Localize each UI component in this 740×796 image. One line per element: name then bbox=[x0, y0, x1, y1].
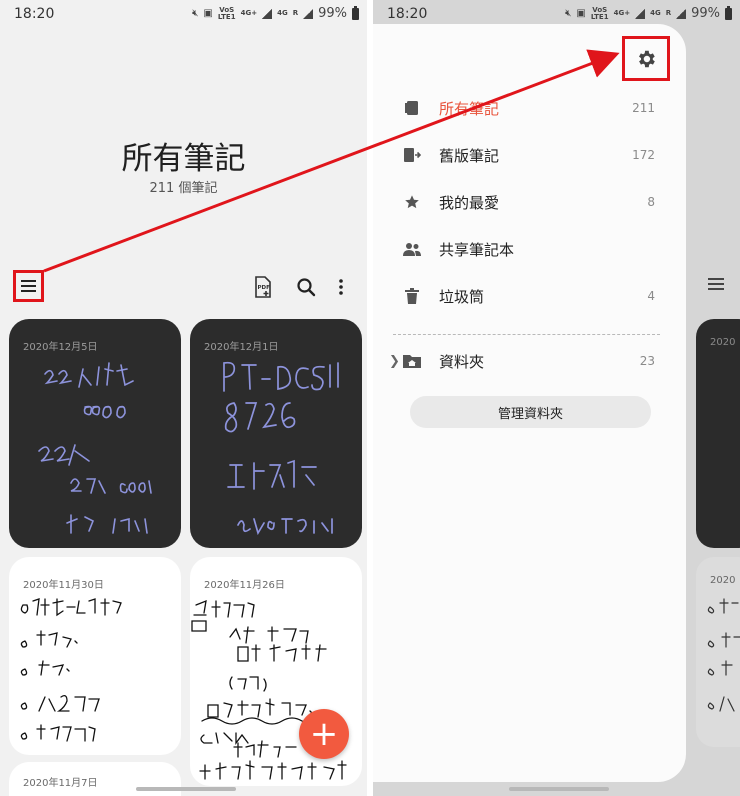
drawer-item-label: 所有筆記 bbox=[439, 99, 500, 118]
signal-icon bbox=[262, 8, 273, 19]
drawer-item-label: 資料夾 bbox=[439, 352, 485, 371]
folder-home-icon bbox=[403, 352, 421, 370]
notes-count: 211 個筆記 bbox=[149, 181, 218, 196]
handwriting-thumbnail bbox=[707, 598, 740, 712]
net-4g: 4G bbox=[277, 9, 288, 17]
note-card-peek: 2020 bbox=[696, 319, 740, 548]
drawer-item-count: 23 bbox=[639, 354, 655, 368]
battery-icon bbox=[352, 5, 359, 20]
status-icons: 🔇︎ ▣ VoS LTE1 4G+ 4G R 99% bbox=[565, 5, 732, 21]
battery-percent: 99% bbox=[318, 6, 347, 21]
hamburger-icon bbox=[708, 278, 724, 290]
drawer-item-favorites[interactable]: 我的最愛 8 bbox=[403, 187, 657, 217]
roaming-indicator: R bbox=[665, 9, 672, 17]
expand-chevron-icon[interactable]: ❯ bbox=[389, 354, 400, 369]
drawer-item-label: 共享筆記本 bbox=[439, 240, 515, 259]
more-options-button[interactable] bbox=[330, 276, 352, 298]
drawer-item-shared-notebooks[interactable]: 共享筆記本 bbox=[403, 234, 657, 264]
manage-folders-button[interactable]: 管理資料夾 bbox=[410, 396, 651, 428]
drawer-item-label: 垃圾筒 bbox=[439, 287, 485, 306]
drawer-item-count: 4 bbox=[647, 289, 655, 303]
drawer-screen: 18:20 🔇︎ ▣ VoS LTE1 4G+ 4G R 99% 2020 202… bbox=[373, 0, 740, 796]
more-vertical-icon bbox=[339, 279, 343, 295]
star-icon bbox=[403, 193, 421, 211]
plus-icon: + bbox=[309, 714, 339, 754]
status-icons: 🔇︎ ▣ VoS LTE1 4G+ 4G R 99% bbox=[192, 5, 359, 21]
page-title: 所有筆記 bbox=[121, 141, 246, 177]
pdf-import-button[interactable]: PDF bbox=[252, 276, 274, 298]
svg-text:PDF: PDF bbox=[258, 285, 271, 291]
add-note-button[interactable]: + bbox=[299, 709, 349, 759]
navigation-drawer: 所有筆記 211 舊版筆記 172 我的最愛 8 共享筆記本 垃圾筒 4 ❯ 資… bbox=[373, 24, 686, 782]
volte-icon: VoS LTE1 bbox=[590, 5, 609, 21]
net-4g-plus: 4G+ bbox=[240, 9, 258, 17]
note-date: 2020 bbox=[710, 337, 736, 348]
mute-icon: 🔇︎ bbox=[565, 8, 572, 19]
drawer-item-label: 我的最愛 bbox=[439, 193, 500, 212]
signal-icon-2 bbox=[303, 8, 314, 19]
mute-icon: 🔇︎ bbox=[192, 8, 199, 19]
menu-button[interactable] bbox=[13, 270, 44, 302]
hamburger-icon bbox=[21, 280, 36, 292]
gesture-bar bbox=[136, 787, 236, 791]
roaming-indicator: R bbox=[292, 9, 299, 17]
net-4g-plus: 4G+ bbox=[613, 9, 631, 17]
note-card[interactable]: 2020年12月5日 bbox=[9, 319, 181, 548]
notes-list-screen: 18:20 🔇︎ ▣ VoS LTE1 4G+ 4G R 99% 所有筆記 211… bbox=[0, 0, 367, 796]
search-icon bbox=[297, 278, 316, 297]
drawer-item-all-notes[interactable]: 所有筆記 211 bbox=[403, 93, 657, 123]
status-time: 18:20 bbox=[387, 6, 428, 22]
drawer-item-count: 8 bbox=[647, 195, 655, 209]
pdf-add-icon: PDF bbox=[255, 276, 271, 298]
drawer-item-trash[interactable]: 垃圾筒 4 bbox=[403, 281, 657, 311]
drawer-item-count: 211 bbox=[632, 101, 655, 115]
handwriting-thumbnail bbox=[223, 361, 339, 536]
drawer-item-folders[interactable]: 資料夾 23 bbox=[403, 346, 657, 376]
signal-icon-2 bbox=[676, 8, 687, 19]
status-time: 18:20 bbox=[14, 6, 55, 22]
search-button[interactable] bbox=[295, 276, 317, 298]
nfc-icon: ▣ bbox=[203, 8, 213, 19]
note-card[interactable]: 2020年12月1日 bbox=[190, 319, 362, 548]
net-4g: 4G bbox=[650, 9, 661, 17]
drawer-divider bbox=[393, 334, 660, 335]
trash-icon bbox=[403, 287, 421, 305]
volte-icon: VoS LTE1 bbox=[217, 5, 236, 21]
status-bar: 18:20 🔇︎ ▣ VoS LTE1 4G+ 4G R 99% bbox=[0, 0, 367, 28]
gesture-bar bbox=[509, 787, 609, 791]
nfc-icon: ▣ bbox=[576, 8, 586, 19]
settings-button[interactable] bbox=[622, 36, 670, 81]
drawer-item-count: 172 bbox=[632, 148, 655, 162]
notes-stack-icon bbox=[403, 99, 421, 117]
handwriting-thumbnail bbox=[38, 362, 152, 534]
note-card[interactable]: 2020年11月30日 bbox=[9, 557, 181, 755]
battery-icon bbox=[725, 5, 732, 20]
note-date: 2020年11月7日 bbox=[23, 778, 98, 789]
battery-percent: 99% bbox=[691, 6, 720, 21]
signal-icon bbox=[635, 8, 646, 19]
note-card-peek: 2020 bbox=[696, 557, 740, 747]
people-icon bbox=[403, 240, 421, 258]
handwriting-thumbnail bbox=[20, 598, 122, 742]
drawer-item-old-notes[interactable]: 舊版筆記 172 bbox=[403, 140, 657, 170]
old-notes-icon bbox=[403, 146, 421, 164]
drawer-item-label: 舊版筆記 bbox=[439, 146, 500, 165]
gear-icon bbox=[639, 50, 655, 67]
